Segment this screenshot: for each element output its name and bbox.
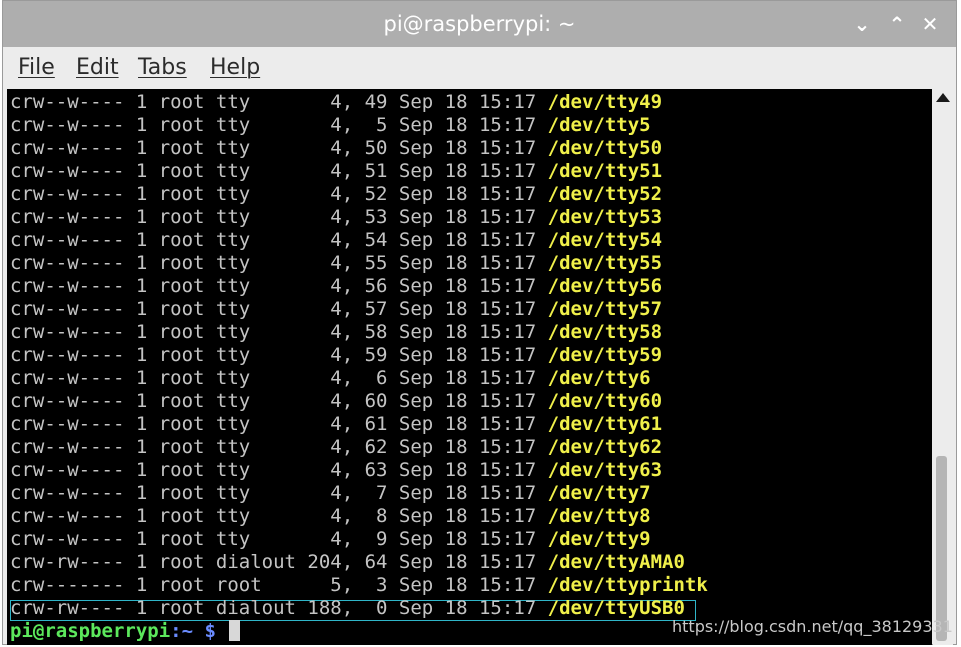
file-metadata: crw--w---- 1 root tty 4, 49 Sep 18 15:17 xyxy=(10,91,548,113)
menu-file[interactable]: File xyxy=(18,55,55,80)
terminal-line: crw--w---- 1 root tty 4, 61 Sep 18 15:17… xyxy=(10,413,662,436)
file-metadata: crw--w---- 1 root tty 4, 6 Sep 18 15:17 xyxy=(10,367,548,389)
terminal-line: crw--w---- 1 root tty 4, 60 Sep 18 15:17… xyxy=(10,390,662,413)
file-metadata: crw--w---- 1 root tty 4, 51 Sep 18 15:17 xyxy=(10,160,548,182)
file-metadata: crw-rw---- 1 root dialout 188, 0 Sep 18 … xyxy=(10,597,548,619)
device-path: /dev/ttyUSB0 xyxy=(547,597,685,619)
terminal-line: crw--w---- 1 root tty 4, 63 Sep 18 15:17… xyxy=(10,459,662,482)
shell-prompt[interactable]: pi@raspberrypi:~ $ xyxy=(10,620,241,643)
device-path: /dev/ttyAMA0 xyxy=(547,551,685,573)
device-path: /dev/tty61 xyxy=(547,413,663,435)
device-path: /dev/tty9 xyxy=(547,528,651,550)
terminal-line: crw--w---- 1 root tty 4, 5 Sep 18 15:17 … xyxy=(10,114,651,137)
terminal-line: crw------- 1 root root 5, 3 Sep 18 15:17… xyxy=(10,574,708,597)
minimize-icon[interactable]: ⌄ xyxy=(849,11,875,37)
terminal-line: crw--w---- 1 root tty 4, 62 Sep 18 15:17… xyxy=(10,436,662,459)
terminal-line: crw--w---- 1 root tty 4, 55 Sep 18 15:17… xyxy=(10,252,662,275)
device-path: /dev/tty50 xyxy=(547,137,663,159)
prompt-path: :~ $ xyxy=(170,620,228,642)
file-metadata: crw--w---- 1 root tty 4, 60 Sep 18 15:17 xyxy=(10,390,548,412)
scroll-up-arrow-icon[interactable] xyxy=(936,93,950,102)
device-path: /dev/tty62 xyxy=(547,436,663,458)
file-metadata: crw--w---- 1 root tty 4, 50 Sep 18 15:17 xyxy=(10,137,548,159)
file-metadata: crw--w---- 1 root tty 4, 57 Sep 18 15:17 xyxy=(10,298,548,320)
watermark: https://blog.csdn.net/qq_38129331 xyxy=(672,617,953,636)
menu-help[interactable]: Help xyxy=(210,55,260,80)
file-metadata: crw--w---- 1 root tty 4, 63 Sep 18 15:17 xyxy=(10,459,548,481)
device-path: /dev/tty53 xyxy=(547,206,663,228)
file-metadata: crw--w---- 1 root tty 4, 53 Sep 18 15:17 xyxy=(10,206,548,228)
title-bar[interactable]: pi@raspberrypi: ~ ⌄ ⌃ ✕ xyxy=(3,1,956,47)
device-path: /dev/tty59 xyxy=(547,344,663,366)
terminal-line: crw-rw---- 1 root dialout 188, 0 Sep 18 … xyxy=(10,597,685,620)
file-metadata: crw-rw---- 1 root dialout 204, 64 Sep 18… xyxy=(10,551,548,573)
terminal-line: crw-rw---- 1 root dialout 204, 64 Sep 18… xyxy=(10,551,685,574)
file-metadata: crw--w---- 1 root tty 4, 5 Sep 18 15:17 xyxy=(10,114,548,136)
terminal-line: crw--w---- 1 root tty 4, 50 Sep 18 15:17… xyxy=(10,137,662,160)
terminal-line: crw--w---- 1 root tty 4, 53 Sep 18 15:17… xyxy=(10,206,662,229)
device-path: /dev/ttyprintk xyxy=(547,574,708,596)
device-path: /dev/tty60 xyxy=(547,390,663,412)
device-path: /dev/tty52 xyxy=(547,183,663,205)
terminal-line: crw--w---- 1 root tty 4, 7 Sep 18 15:17 … xyxy=(10,482,651,505)
terminal-line: crw--w---- 1 root tty 4, 57 Sep 18 15:17… xyxy=(10,298,662,321)
terminal-output[interactable]: crw--w---- 1 root tty 4, 49 Sep 18 15:17… xyxy=(7,89,932,645)
terminal-line: crw--w---- 1 root tty 4, 54 Sep 18 15:17… xyxy=(10,229,662,252)
terminal-window: pi@raspberrypi: ~ ⌄ ⌃ ✕ File Edit Tabs H… xyxy=(2,0,957,645)
terminal-line: crw--w---- 1 root tty 4, 58 Sep 18 15:17… xyxy=(10,321,662,344)
text-cursor xyxy=(229,620,241,641)
device-path: /dev/tty6 xyxy=(547,367,651,389)
terminal-line: crw--w---- 1 root tty 4, 49 Sep 18 15:17… xyxy=(10,91,662,114)
device-path: /dev/tty7 xyxy=(547,482,651,504)
file-metadata: crw--w---- 1 root tty 4, 8 Sep 18 15:17 xyxy=(10,505,548,527)
menu-bar: File Edit Tabs Help xyxy=(3,47,956,89)
device-path: /dev/tty56 xyxy=(547,275,663,297)
file-metadata: crw--w---- 1 root tty 4, 52 Sep 18 15:17 xyxy=(10,183,548,205)
device-path: /dev/tty54 xyxy=(547,229,663,251)
file-metadata: crw--w---- 1 root tty 4, 55 Sep 18 15:17 xyxy=(10,252,548,274)
terminal-line: crw--w---- 1 root tty 4, 51 Sep 18 15:17… xyxy=(10,160,662,183)
device-path: /dev/tty58 xyxy=(547,321,663,343)
scrollbar[interactable] xyxy=(933,89,953,645)
device-path: /dev/tty55 xyxy=(547,252,663,274)
device-path: /dev/tty5 xyxy=(547,114,651,136)
terminal-line: crw--w---- 1 root tty 4, 9 Sep 18 15:17 … xyxy=(10,528,651,551)
file-metadata: crw--w---- 1 root tty 4, 58 Sep 18 15:17 xyxy=(10,321,548,343)
terminal-line: crw--w---- 1 root tty 4, 8 Sep 18 15:17 … xyxy=(10,505,651,528)
file-metadata: crw--w---- 1 root tty 4, 61 Sep 18 15:17 xyxy=(10,413,548,435)
terminal-line: crw--w---- 1 root tty 4, 56 Sep 18 15:17… xyxy=(10,275,662,298)
file-metadata: crw--w---- 1 root tty 4, 9 Sep 18 15:17 xyxy=(10,528,548,550)
device-path: /dev/tty8 xyxy=(547,505,651,527)
menu-tabs[interactable]: Tabs xyxy=(138,55,187,80)
maximize-icon[interactable]: ⌃ xyxy=(884,11,910,37)
file-metadata: crw--w---- 1 root tty 4, 62 Sep 18 15:17 xyxy=(10,436,548,458)
terminal-line: crw--w---- 1 root tty 4, 6 Sep 18 15:17 … xyxy=(10,367,651,390)
close-icon[interactable]: ✕ xyxy=(917,11,943,37)
menu-edit[interactable]: Edit xyxy=(76,55,119,80)
prompt-user: pi@raspberrypi xyxy=(10,620,171,642)
device-path: /dev/tty63 xyxy=(547,459,663,481)
terminal-line: crw--w---- 1 root tty 4, 52 Sep 18 15:17… xyxy=(10,183,662,206)
device-path: /dev/tty51 xyxy=(547,160,663,182)
file-metadata: crw--w---- 1 root tty 4, 56 Sep 18 15:17 xyxy=(10,275,548,297)
device-path: /dev/tty57 xyxy=(547,298,663,320)
file-metadata: crw------- 1 root root 5, 3 Sep 18 15:17 xyxy=(10,574,548,596)
device-path: /dev/tty49 xyxy=(547,91,663,113)
file-metadata: crw--w---- 1 root tty 4, 59 Sep 18 15:17 xyxy=(10,344,548,366)
scrollbar-thumb[interactable] xyxy=(936,456,947,641)
window-title: pi@raspberrypi: ~ xyxy=(383,12,576,36)
file-metadata: crw--w---- 1 root tty 4, 54 Sep 18 15:17 xyxy=(10,229,548,251)
terminal-line: crw--w---- 1 root tty 4, 59 Sep 18 15:17… xyxy=(10,344,662,367)
file-metadata: crw--w---- 1 root tty 4, 7 Sep 18 15:17 xyxy=(10,482,548,504)
